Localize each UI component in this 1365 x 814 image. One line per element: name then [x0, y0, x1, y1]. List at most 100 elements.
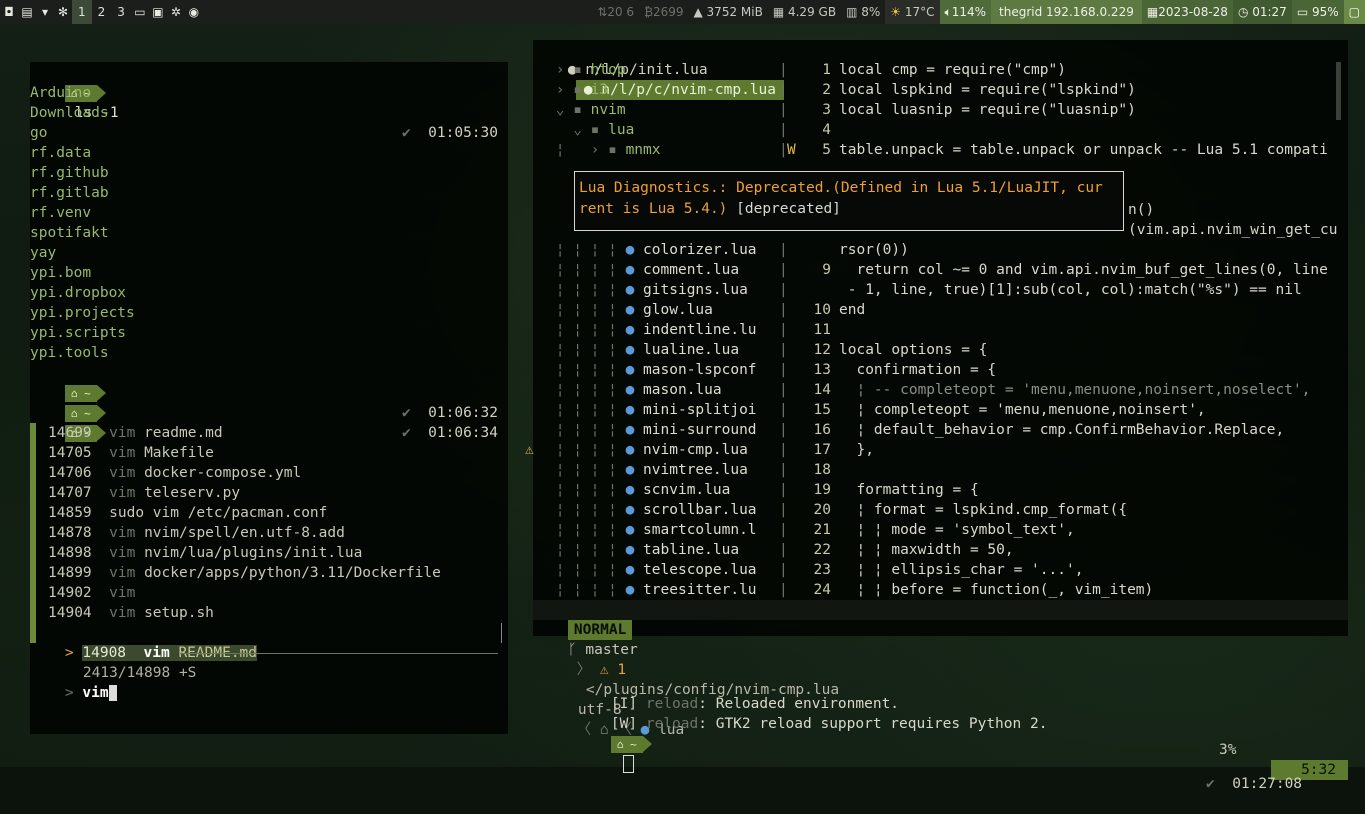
- prompt-time: 01:27:08: [1232, 776, 1303, 792]
- folder-icon: ▪: [573, 62, 591, 78]
- code-line[interactable]: 13 confirmation = {: [793, 360, 997, 380]
- tree-file[interactable]: ¦ ¦ ¦ ¦ ● glow.lua |: [547, 300, 788, 320]
- fzf-query[interactable]: vim: [82, 685, 108, 701]
- lua-file-icon: ●: [625, 482, 644, 498]
- fzf-border: [501, 623, 502, 643]
- code-line[interactable]: 5 table.unpack = table.unpack or unpack -…: [793, 140, 1328, 160]
- history-item[interactable]: 14699 vim readme.md: [48, 423, 223, 443]
- tree-file[interactable]: ¦ ¦ ¦ ¦ ● colorizer.lua |: [547, 240, 788, 260]
- code-line[interactable]: 2 local lspkind = require("lspkind"): [793, 80, 1136, 100]
- storage-value: 4.29 GB: [787, 5, 837, 19]
- tree-file[interactable]: ¦ ¦ ¦ ¦ ● indentline.lu |: [547, 320, 788, 340]
- tree-file[interactable]: ¦ ¦ ¦ ¦ ● tabline.lua |: [547, 540, 788, 560]
- wifi-icon[interactable]: ▾: [36, 5, 54, 19]
- tabline: ● n/l/p/init.lua ● n/l/p/c/nvim-cmp.lua: [533, 40, 1348, 100]
- tree-file[interactable]: ¦ ¦ ¦ ¦ ● comment.lua |: [547, 260, 788, 280]
- history-item[interactable]: 14899 vim docker/apps/python/3.11/Docker…: [48, 563, 441, 583]
- tray-icon[interactable]: ▢: [1343, 0, 1365, 24]
- tree-file[interactable]: ¦ ¦ ¦ ¦ ● mini-splitjoi |: [547, 400, 788, 420]
- terminal-bottom[interactable]: [I] reload: Reloaded environment. [W] re…: [576, 672, 1312, 792]
- tree-dir[interactable]: ⌄ ▪ lua |: [547, 120, 788, 140]
- diagnostic-text-2: rent is Lua 5.4.): [579, 201, 728, 217]
- globe-icon[interactable]: ◉: [185, 5, 203, 19]
- code-line[interactable]: 20 ¦ format = lspkind.cmp_format({: [793, 500, 1128, 520]
- time-value: 01:27: [1252, 5, 1287, 19]
- monitor-icon[interactable]: ▭: [131, 5, 149, 19]
- tree-file[interactable]: ¦ ¦ ¦ ¦ ● mason.lua |: [547, 380, 788, 400]
- editor-scrollbar[interactable]: [1336, 62, 1341, 120]
- code-line[interactable]: 19 formatting = {: [793, 480, 979, 500]
- tree-file[interactable]: ¦ ¦ ¦ ¦ ● scnvim.lua |: [547, 480, 788, 500]
- history-item[interactable]: 14705 vim Makefile: [48, 443, 214, 463]
- tree-file[interactable]: ¦ ¦ ¦ ¦ ● mini-surround |: [547, 420, 788, 440]
- volume-stat[interactable]: 🔈︎114%: [939, 0, 992, 24]
- discord-icon[interactable]: ◘: [0, 5, 18, 19]
- tree-file[interactable]: ¦ ¦ ¦ ¦ ● scrollbar.lua |: [547, 500, 788, 520]
- slack-icon[interactable]: ✻: [54, 5, 72, 19]
- code-line[interactable]: 9 return col ~= 0 and vim.api.nvim_buf_g…: [793, 260, 1328, 280]
- tree-dir[interactable]: › ▪ htop |: [547, 60, 788, 80]
- workspace-3[interactable]: 3: [111, 0, 131, 24]
- terminal-icon[interactable]: ▣: [149, 5, 167, 19]
- code-line[interactable]: 16 ¦ default_behavior = cmp.ConfirmBehav…: [793, 420, 1285, 440]
- network-stat[interactable]: thegrid 192.168.0.229: [991, 0, 1142, 24]
- folder-icon: ▪: [608, 142, 626, 158]
- tree-file[interactable]: ¦ ¦ ¦ ¦ ● smartcolumn.l |: [547, 520, 788, 540]
- code-line[interactable]: 3 local luasnip = require("luasnip"): [793, 100, 1136, 120]
- code-line[interactable]: 11: [793, 320, 839, 340]
- tree-file[interactable]: ¦ ¦ ¦ ¦ ● treesitter.lu |: [547, 580, 788, 600]
- code-line[interactable]: 23 ¦ ¦ ellipsis_char = '...',: [793, 560, 1084, 580]
- tree-file[interactable]: ¦ ¦ ¦ ¦ ● mason-lspconf |: [547, 360, 788, 380]
- workspace-1[interactable]: 1: [72, 0, 92, 24]
- fzf-query-line[interactable]: > vim: [30, 663, 508, 701]
- clock-stat[interactable]: ◷ 01:27: [1232, 0, 1292, 24]
- terminal-left[interactable]: ⌂ ~ ls -1 ✔ 01:05:30 Arduino Downloads go r…: [30, 62, 508, 734]
- tree-dir[interactable]: ⌄ ▪ nvim |: [547, 100, 788, 120]
- code-line[interactable]: 15 ¦ completeopt = 'menu,menuone,noinser…: [793, 400, 1206, 420]
- log-line-warn: [W] reload: GTK2 reload support requires…: [610, 716, 1048, 732]
- prompt-home: ⌂ ~: [610, 736, 652, 753]
- tree-file[interactable]: ¦ ¦ ¦ ¦ ● telescope.lua |: [547, 560, 788, 580]
- code-line[interactable]: 12 local options = {: [793, 340, 988, 360]
- tree-dir[interactable]: ¦ › ▪ mnmx | W: [547, 140, 796, 160]
- history-item[interactable]: 14706 vim docker-compose.yml: [48, 463, 301, 483]
- code-line[interactable]: 4: [793, 120, 839, 140]
- code-line[interactable]: - 1, line, true)[1]:sub(col, col):match(…: [793, 280, 1302, 300]
- prompt-line[interactable]: ⌂ ~ ✔ 01:27:08: [576, 714, 1312, 792]
- history-item[interactable]: 14859 sudo vim /etc/pacman.conf: [48, 503, 327, 523]
- tree-file[interactable]: ¦ ¦ ¦ ¦ ● gitsigns.lua |: [547, 280, 788, 300]
- storage-stat: ▦ 4.29 GB: [772, 5, 837, 19]
- file-item: ypi.dropbox: [30, 285, 127, 301]
- nvim-window[interactable]: ● n/l/p/init.lua ● n/l/p/c/nvim-cmp.lua …: [525, 40, 1348, 780]
- code-line[interactable]: 10 end: [793, 300, 866, 320]
- prompt-line-3: ⌂ ~ ✔ 01:06:34: [30, 383, 508, 441]
- cpu-value: 8%: [861, 5, 881, 19]
- date-stat[interactable]: ▦2023-08-28: [1141, 0, 1233, 24]
- history-item[interactable]: 14878 vim nvim/spell/en.utf-8.add: [48, 523, 345, 543]
- tree-file[interactable]: ¦ ¦ ¦ ¦ ● nvim-cmp.lua | ⚠: [525, 440, 788, 460]
- code-line[interactable]: 1 local cmp = require("cmp"): [793, 60, 1066, 80]
- diagnostic-float: Lua Diagnostics.: Deprecated.(Defined in…: [574, 171, 1124, 231]
- history-item[interactable]: 14902 vim: [48, 583, 144, 603]
- code-line[interactable]: 24 ¦ ¦ before = function(_, vim_item): [793, 580, 1154, 600]
- tree-file[interactable]: ¦ ¦ ¦ ¦ ● nvimtree.lua |: [547, 460, 788, 480]
- code-line[interactable]: 17 },: [793, 440, 874, 460]
- clipboard-icon[interactable]: ▤: [18, 5, 36, 19]
- tree-file[interactable]: ¦ ¦ ¦ ¦ ● lualine.lua |: [547, 340, 788, 360]
- lua-file-icon: ●: [625, 562, 644, 578]
- code-line[interactable]: rsor(0)): [793, 240, 909, 260]
- code-line[interactable]: 18: [793, 460, 839, 480]
- tree-dir[interactable]: › ▪ i3 |: [547, 80, 788, 100]
- history-item[interactable]: 14904 vim setup.sh: [48, 603, 214, 623]
- lua-file-icon: ●: [625, 242, 644, 258]
- code-line[interactable]: 14 ¦ -- completeopt = 'menu,menuone,noin…: [793, 380, 1311, 400]
- git-branch: master: [585, 642, 638, 658]
- settings-icon[interactable]: ✲: [167, 5, 185, 19]
- workspace-2[interactable]: 2: [92, 0, 112, 24]
- history-item[interactable]: 14898 vim nvim/lua/plugins/init.lua: [48, 543, 362, 563]
- history-selected[interactable]: > 14908 vim README.md: [30, 623, 508, 661]
- code-line[interactable]: 22 ¦ ¦ maxwidth = 50,: [793, 540, 1014, 560]
- history-item[interactable]: 14707 vim teleserv.py: [48, 483, 240, 503]
- code-line[interactable]: 21 ¦ ¦ mode = 'symbol_text',: [793, 520, 1075, 540]
- prompt-line-4: ⌂ ~: [30, 403, 508, 442]
